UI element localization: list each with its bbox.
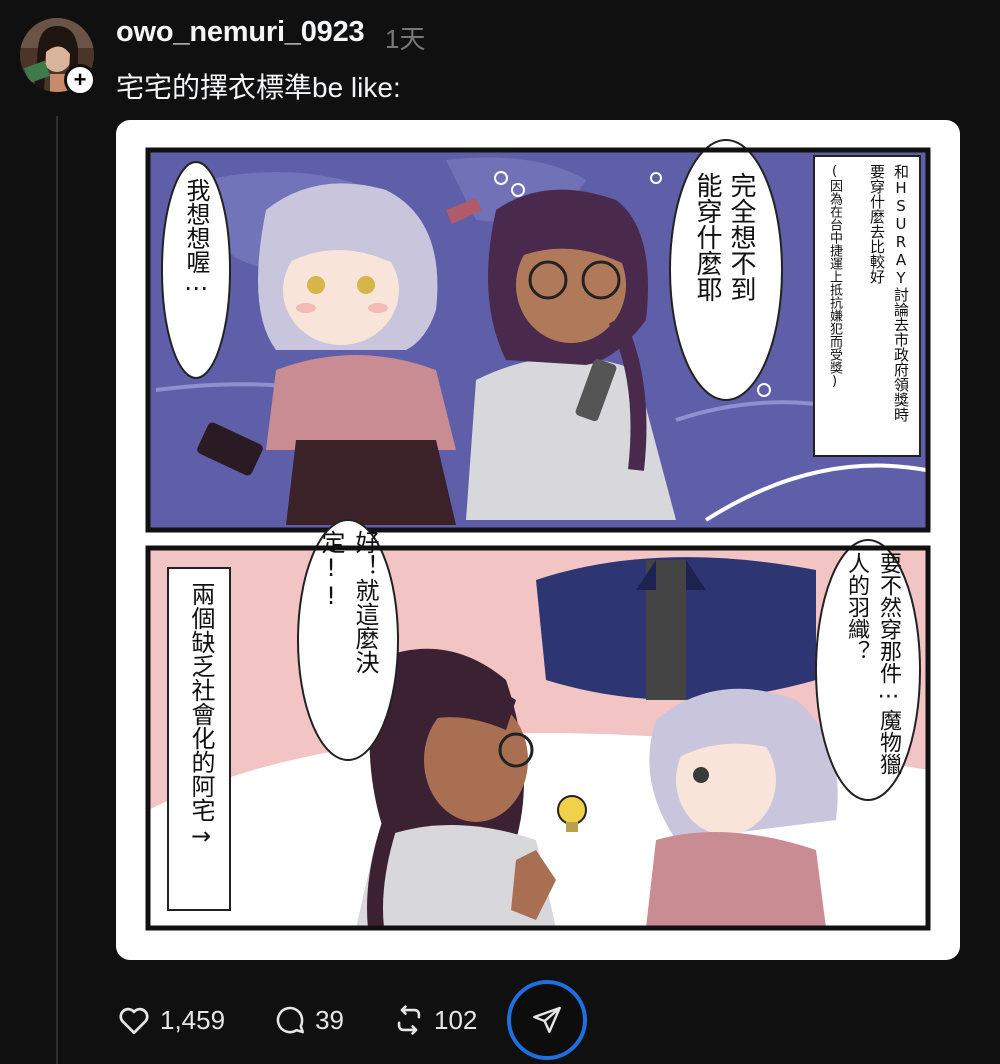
comic-speech-bubble-2: 完全想不到能穿什麼耶 bbox=[692, 172, 756, 302]
share-button[interactable] bbox=[507, 980, 588, 1060]
username[interactable]: owo_nemuri_0923 bbox=[116, 16, 365, 49]
like-button[interactable]: 1,459 bbox=[116, 1002, 225, 1038]
comic-panel-top bbox=[145, 139, 931, 533]
heart-icon bbox=[119, 1007, 149, 1035]
follow-button[interactable]: + bbox=[64, 64, 96, 96]
repost-icon bbox=[397, 1005, 421, 1035]
repost-button[interactable]: 102 bbox=[392, 1003, 477, 1037]
post-action-bar: 1,459 39 102 bbox=[116, 980, 588, 1060]
comic-speech-bubble-4: 要不然穿那件⋯魔物獵人的羽織？ bbox=[844, 552, 901, 775]
comic-narration-bottom: 兩個缺乏社會化的阿宅→ bbox=[187, 582, 215, 850]
comic-speech-bubble-1: 我想想喔⋯ bbox=[182, 178, 210, 302]
post-image[interactable]: 我想想喔⋯ 完全想不到能穿什麼耶 和HSURAY討論去市政府領獎時 要穿什麼去比… bbox=[116, 120, 960, 960]
speech-bubble-icon bbox=[276, 1006, 305, 1034]
thread-post: + owo_nemuri_0923 1天 宅宅的擇衣標準be like: 我想想… bbox=[0, 0, 1000, 1064]
send-icon bbox=[533, 1006, 562, 1033]
comic-narration-top-3: (因為在台中捷運上抵抗嫌犯而受獎) bbox=[827, 164, 842, 389]
repost-count: 102 bbox=[434, 1004, 478, 1035]
thread-line bbox=[56, 116, 58, 1064]
comic-speech-bubble-3: 好！就這麼決定!! bbox=[317, 530, 379, 674]
reply-button[interactable]: 39 bbox=[273, 1003, 344, 1037]
comic-narration-top-2: 要穿什麼去比較好 bbox=[868, 164, 886, 284]
post-caption: 宅宅的擇衣標準be like: bbox=[116, 72, 401, 103]
like-count: 1,459 bbox=[160, 1004, 226, 1035]
comic-panel-bottom bbox=[145, 519, 931, 931]
post-timestamp[interactable]: 1天 bbox=[385, 19, 425, 56]
reply-count: 39 bbox=[315, 1004, 344, 1035]
comic-narration-top-1: 和HSURAY討論去市政府領獎時 bbox=[892, 164, 910, 422]
plus-icon: + bbox=[73, 67, 87, 92]
